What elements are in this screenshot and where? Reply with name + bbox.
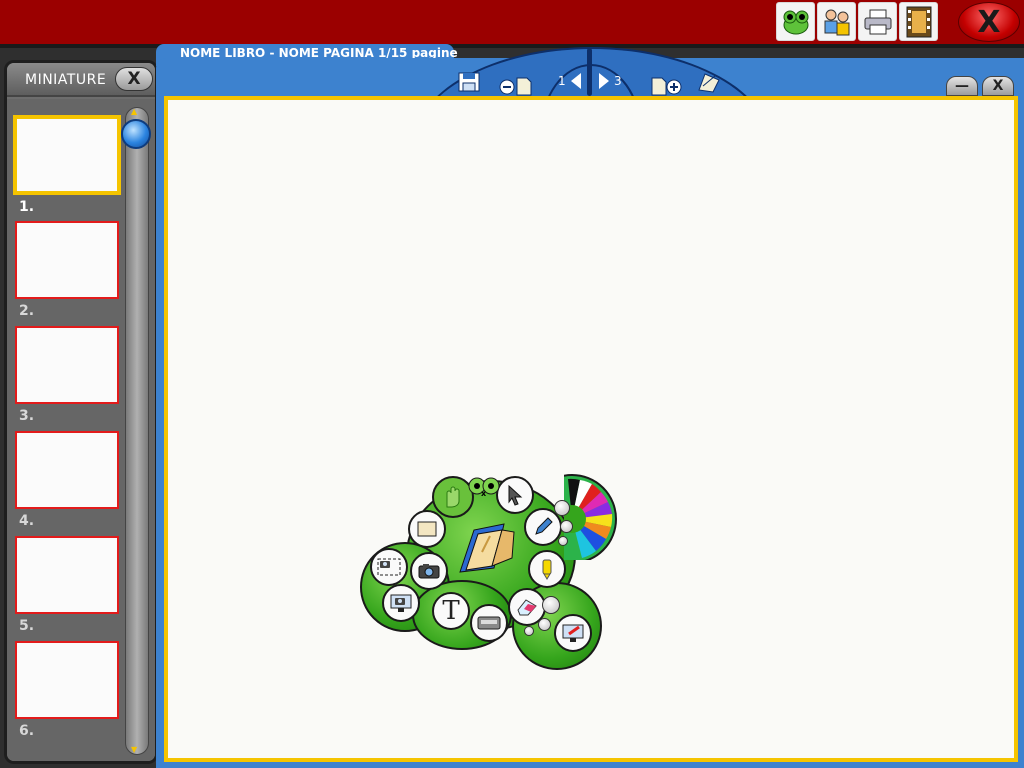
thumbnail-3[interactable] bbox=[15, 326, 119, 404]
thumbnails-header: MINIATURE X bbox=[7, 63, 155, 97]
close-icon: X bbox=[127, 69, 141, 89]
prev-page-icon[interactable] bbox=[569, 72, 583, 94]
color-wheel[interactable] bbox=[527, 474, 622, 564]
svg-text:x: x bbox=[481, 489, 487, 498]
screen-capture-icon[interactable] bbox=[554, 614, 592, 652]
thumbnail-number: 5. bbox=[19, 618, 35, 634]
eraser-size-small[interactable] bbox=[524, 626, 534, 636]
scroll-down-icon[interactable]: ▼ bbox=[131, 745, 143, 754]
thumbnail-2[interactable] bbox=[15, 221, 119, 299]
thumbnails-panel: MINIATURE X 1. 2. 3. 4. 5. 6. ▲ ▼ bbox=[4, 60, 158, 764]
film-icon[interactable] bbox=[899, 2, 938, 41]
thumbnail-6[interactable] bbox=[15, 641, 119, 719]
area-capture-icon[interactable] bbox=[370, 548, 408, 586]
highlighter-tool-icon[interactable] bbox=[528, 550, 566, 588]
book-icon[interactable] bbox=[454, 522, 520, 584]
camera-icon[interactable] bbox=[410, 552, 448, 590]
thumbnail-4[interactable] bbox=[15, 431, 119, 509]
thumbnails-list: 1. 2. 3. 4. 5. 6. ▲ ▼ bbox=[7, 99, 155, 761]
window-close-button[interactable]: X bbox=[982, 76, 1014, 96]
thumbnail-number: 4. bbox=[19, 513, 35, 529]
thumbnail-number: 6. bbox=[19, 723, 35, 739]
scrollbar-thumb[interactable] bbox=[121, 119, 151, 149]
brush-size-medium[interactable] bbox=[560, 520, 573, 533]
text-tool-icon[interactable]: T bbox=[432, 592, 470, 630]
thumbnail-number: 2. bbox=[19, 303, 35, 319]
brush-size-small[interactable] bbox=[558, 536, 568, 546]
thumbnail-number: 1. bbox=[19, 199, 35, 215]
top-bar: X bbox=[0, 0, 1024, 44]
divider bbox=[0, 44, 1024, 48]
thumbnail-number: 3. bbox=[19, 408, 35, 424]
thumbnail-5[interactable] bbox=[15, 536, 119, 614]
eraser-size-medium[interactable] bbox=[538, 618, 551, 631]
next-page-number: 3 bbox=[614, 74, 622, 88]
prev-page-number: 1 bbox=[558, 74, 566, 88]
thumbnail-1[interactable] bbox=[13, 115, 121, 195]
brush-size-large[interactable] bbox=[554, 500, 570, 516]
eraser-size-large[interactable] bbox=[542, 596, 560, 614]
frog-icon[interactable] bbox=[776, 2, 815, 41]
tool-palette: T x bbox=[356, 470, 626, 675]
next-page-icon[interactable] bbox=[597, 72, 611, 94]
pointer-tool-icon[interactable] bbox=[496, 476, 534, 514]
scroll-up-icon[interactable]: ▲ bbox=[131, 107, 143, 116]
minimize-button[interactable]: — bbox=[946, 76, 978, 96]
monitor-camera-icon[interactable] bbox=[382, 584, 420, 622]
users-icon[interactable] bbox=[817, 2, 856, 41]
thumbnails-close-button[interactable]: X bbox=[115, 67, 153, 91]
printer-icon[interactable] bbox=[858, 2, 897, 41]
thumbnails-title: MINIATURE bbox=[25, 72, 107, 88]
save-icon[interactable] bbox=[458, 72, 480, 96]
close-icon: X bbox=[992, 78, 1004, 94]
keyboard-icon[interactable] bbox=[470, 604, 508, 642]
app-close-button[interactable]: X bbox=[958, 2, 1020, 42]
page-flip-icon[interactable] bbox=[695, 70, 723, 98]
minimize-icon: — bbox=[955, 78, 969, 94]
close-icon: X bbox=[977, 4, 1001, 40]
thumbnails-scrollbar[interactable] bbox=[125, 107, 149, 755]
page-indicator bbox=[587, 48, 592, 96]
frame-tool-icon[interactable] bbox=[408, 510, 446, 548]
frog-eyes-icon: x bbox=[468, 476, 500, 498]
